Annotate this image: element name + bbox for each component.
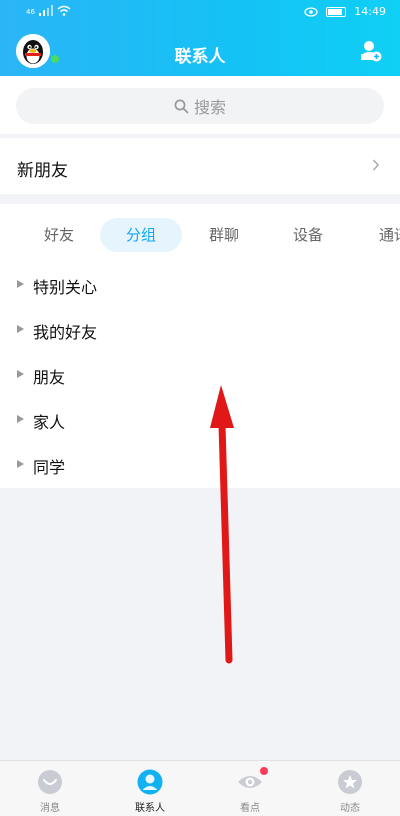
message-icon	[38, 770, 62, 794]
group-row-friends[interactable]: 朋友	[0, 354, 400, 398]
expand-triangle-icon	[17, 370, 24, 378]
nav-label: 看点	[240, 803, 260, 814]
bottom-navigation: 消息 联系人 看点 动态	[0, 760, 400, 816]
contacts-icon	[137, 769, 163, 795]
group-row-classmates[interactable]: 同学	[0, 444, 400, 488]
nav-messages[interactable]: 消息	[0, 761, 100, 816]
eye-icon	[238, 776, 262, 788]
tab-contacts-book[interactable]: 通讯	[372, 218, 400, 252]
search-icon	[174, 99, 189, 113]
group-name: 特别关心	[33, 278, 98, 297]
expand-triangle-icon	[17, 325, 24, 333]
nav-label: 消息	[40, 803, 60, 814]
group-name: 朋友	[33, 368, 66, 387]
category-tabs: 好友 分组 群聊 设备 通讯	[0, 218, 400, 252]
new-friends-row[interactable]: 新朋友	[0, 138, 400, 194]
chevron-right-icon	[372, 159, 380, 171]
tab-groups[interactable]: 分组	[100, 218, 182, 252]
group-name: 我的好友	[33, 323, 98, 342]
add-friend-icon[interactable]	[360, 40, 382, 62]
status-right: 14:49	[304, 5, 386, 18]
group-row-my-friends[interactable]: 我的好友	[0, 309, 400, 353]
status-bar: 46 14:49	[0, 0, 400, 24]
tab-friends[interactable]: 好友	[37, 218, 81, 252]
signal-icon	[38, 5, 53, 16]
status-time: 14:49	[354, 5, 386, 18]
search-placeholder: 搜索	[193, 98, 226, 117]
nav-kandian[interactable]: 看点	[200, 761, 300, 816]
wifi-icon	[57, 5, 71, 16]
notification-dot	[260, 767, 268, 775]
nav-label: 动态	[340, 803, 360, 814]
tab-group-chats[interactable]: 群聊	[202, 218, 246, 252]
contacts-list-section: 好友 分组 群聊 设备 通讯 特别关心 我的好友 朋友 家人 同学	[0, 204, 400, 488]
new-friends-label: 新朋友	[17, 161, 68, 181]
group-row-family[interactable]: 家人	[0, 399, 400, 443]
nav-contacts[interactable]: 联系人	[100, 761, 200, 816]
group-name: 同学	[33, 458, 66, 477]
expand-triangle-icon	[17, 415, 24, 423]
signal-text: 46	[26, 8, 35, 16]
header-bar: 46 14:49 联系人	[0, 0, 400, 76]
tab-devices[interactable]: 设备	[286, 218, 330, 252]
expand-triangle-icon	[17, 280, 24, 288]
group-row-special[interactable]: 特别关心	[0, 264, 400, 308]
eye-comfort-icon	[304, 6, 318, 17]
search-section: 搜索	[0, 76, 400, 134]
star-icon	[338, 770, 362, 794]
search-input[interactable]: 搜索	[16, 88, 384, 124]
status-left: 46	[26, 5, 71, 16]
nav-label: 联系人	[135, 803, 165, 814]
expand-triangle-icon	[17, 460, 24, 468]
group-name: 家人	[33, 413, 66, 432]
page-title: 联系人	[174, 47, 226, 67]
nav-feeds[interactable]: 动态	[300, 761, 400, 816]
battery-icon	[326, 6, 347, 17]
